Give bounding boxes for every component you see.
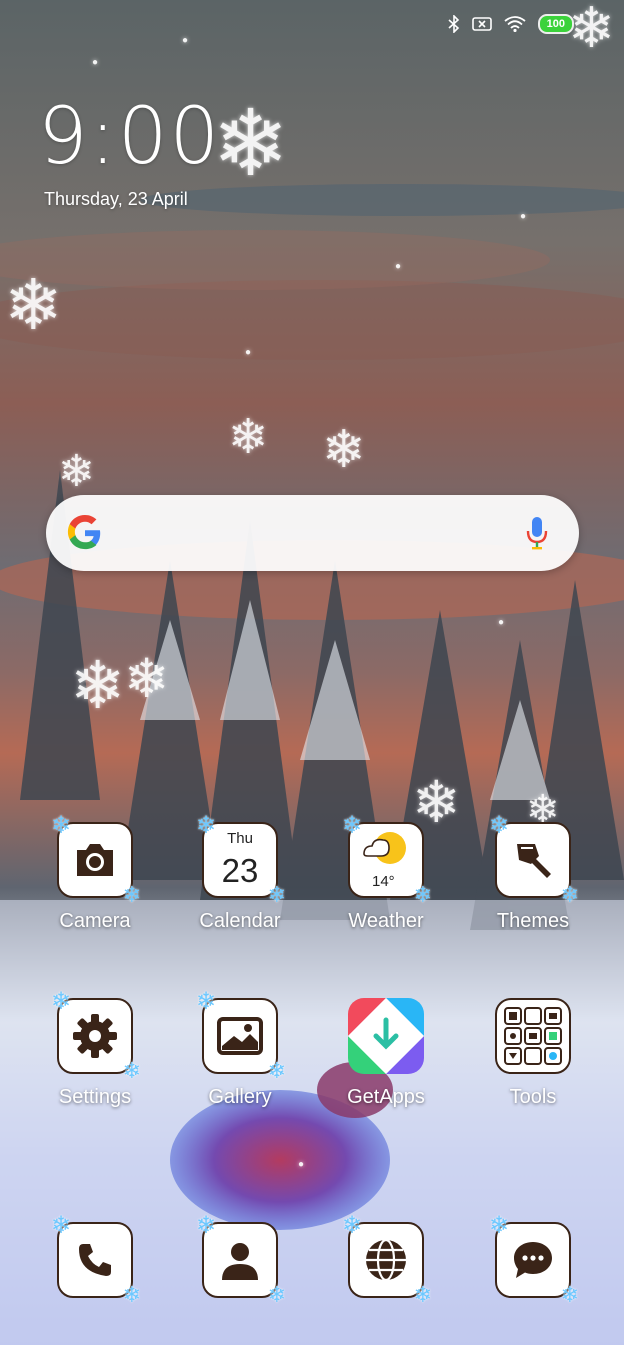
- app-label: Weather: [348, 910, 424, 932]
- snowflake-corner-icon: ❄: [489, 812, 510, 839]
- snow-dot: ●: [245, 347, 252, 358]
- snowflake-decoration: ❄: [228, 411, 269, 464]
- calendar-date: 23: [221, 852, 259, 889]
- snow-dot: ●: [298, 1159, 305, 1170]
- camera-tile: ❄ ❄: [51, 814, 141, 906]
- snowflake-corner-icon: ❄: [122, 1282, 141, 1307]
- app-label: Settings: [58, 1086, 132, 1108]
- snowflake-corner-icon: ❄: [51, 1212, 72, 1239]
- app-label: Camera: [59, 910, 131, 932]
- app-themes[interactable]: ❄ ❄ Themes: [468, 814, 598, 933]
- battery-indicator: 100: [537, 14, 574, 34]
- microphone-icon[interactable]: [525, 515, 549, 551]
- getapps-tile: [348, 998, 424, 1074]
- app-tools-folder[interactable]: Tools: [468, 998, 598, 1109]
- app-label: Tools: [509, 1086, 557, 1108]
- snow-dot: ●: [182, 35, 189, 46]
- app-gallery[interactable]: ❄ ❄ Gallery: [175, 990, 305, 1109]
- browser-tile: ❄ ❄: [342, 1214, 432, 1306]
- app-weather[interactable]: 14° ❄ ❄ Weather: [321, 814, 451, 933]
- dock-browser[interactable]: ❄ ❄: [321, 1214, 451, 1306]
- snowflake-corner-icon: ❄: [196, 988, 217, 1015]
- snow-dot: ●: [395, 261, 402, 272]
- snowflake-corner-icon: ❄: [267, 1282, 286, 1307]
- calendar-tile: Thu 23 ❄ ❄: [196, 814, 286, 906]
- settings-tile: ❄ ❄: [51, 990, 141, 1082]
- snowflake-decoration: ❄: [212, 93, 290, 195]
- snowflake-corner-icon: ❄: [51, 812, 72, 839]
- snow-dot: ●: [498, 617, 505, 628]
- snowflake-decoration: ❄: [568, 0, 615, 59]
- app-label: Gallery: [208, 1086, 272, 1108]
- status-bar: 100: [448, 14, 574, 34]
- gallery-picture-icon: [217, 1017, 263, 1055]
- tools-folder-tile: [495, 998, 571, 1074]
- snowflake-corner-icon: ❄: [489, 1212, 510, 1239]
- snowflake-decoration: ❄: [70, 648, 126, 722]
- snowflake-corner-icon: ❄: [122, 1058, 141, 1083]
- weather-tile: 14° ❄ ❄: [342, 814, 432, 906]
- gallery-tile: ❄ ❄: [196, 990, 286, 1082]
- snowflake-corner-icon: ❄: [342, 812, 363, 839]
- app-settings[interactable]: ❄ ❄ Settings: [30, 990, 160, 1109]
- snowflake-corner-icon: ❄: [413, 1282, 432, 1307]
- dock-phone[interactable]: ❄ ❄: [30, 1214, 160, 1306]
- globe-icon: [366, 1238, 406, 1282]
- clock-date[interactable]: Thursday, 23 April: [44, 189, 188, 210]
- snow-dot: ●: [92, 57, 99, 68]
- snowflake-decoration: ❄: [322, 421, 366, 479]
- snowflake-corner-icon: ❄: [413, 882, 432, 907]
- snowflake-corner-icon: ❄: [51, 988, 72, 1015]
- gear-icon: [73, 1014, 117, 1058]
- phone-tile: ❄ ❄: [51, 1214, 141, 1306]
- getapps-icon: [348, 998, 424, 1074]
- snowflake-corner-icon: ❄: [122, 882, 141, 907]
- snowflake-corner-icon: ❄: [560, 882, 579, 907]
- camera-icon: [77, 844, 113, 876]
- messages-tile: ❄ ❄: [489, 1214, 579, 1306]
- contacts-tile: ❄ ❄: [196, 1214, 286, 1306]
- app-calendar[interactable]: Thu 23 ❄ ❄ Calendar: [175, 814, 305, 933]
- message-icon: [514, 1242, 552, 1278]
- app-camera[interactable]: ❄ ❄ Camera: [30, 814, 160, 933]
- snowflake-decoration: ❄: [58, 447, 95, 496]
- contacts-icon: [222, 1243, 258, 1280]
- clock-time[interactable]: 9:00: [38, 92, 221, 182]
- wifi-icon: [504, 16, 526, 32]
- app-getapps[interactable]: GetApps: [321, 998, 451, 1109]
- app-label: GetApps: [347, 1086, 425, 1108]
- folder-grid-icon: [504, 1007, 562, 1065]
- google-search-bar[interactable]: [46, 495, 579, 571]
- snowflake-decoration: ❄: [124, 649, 170, 709]
- google-g-logo: [67, 514, 101, 550]
- dock-messages[interactable]: ❄ ❄: [468, 1214, 598, 1306]
- app-label: Themes: [496, 910, 570, 932]
- snowflake-corner-icon: ❄: [560, 1282, 579, 1307]
- themes-tile: ❄ ❄: [489, 814, 579, 906]
- no-sim-icon: [471, 17, 492, 31]
- snowflake-decoration: ❄: [4, 266, 63, 344]
- snowflake-corner-icon: ❄: [342, 1212, 363, 1239]
- snowflake-corner-icon: ❄: [267, 882, 286, 907]
- paintbrush-icon: [517, 844, 551, 878]
- phone-icon: [79, 1244, 111, 1276]
- app-label: Calendar: [199, 910, 281, 932]
- snowflake-corner-icon: ❄: [196, 812, 217, 839]
- weather-temperature: 14°: [372, 873, 395, 890]
- snow-dot: ●: [520, 211, 527, 222]
- dock-contacts[interactable]: ❄ ❄: [175, 1214, 305, 1306]
- snowflake-corner-icon: ❄: [196, 1212, 217, 1239]
- bluetooth-icon: [448, 15, 459, 33]
- snowflake-corner-icon: ❄: [267, 1058, 286, 1083]
